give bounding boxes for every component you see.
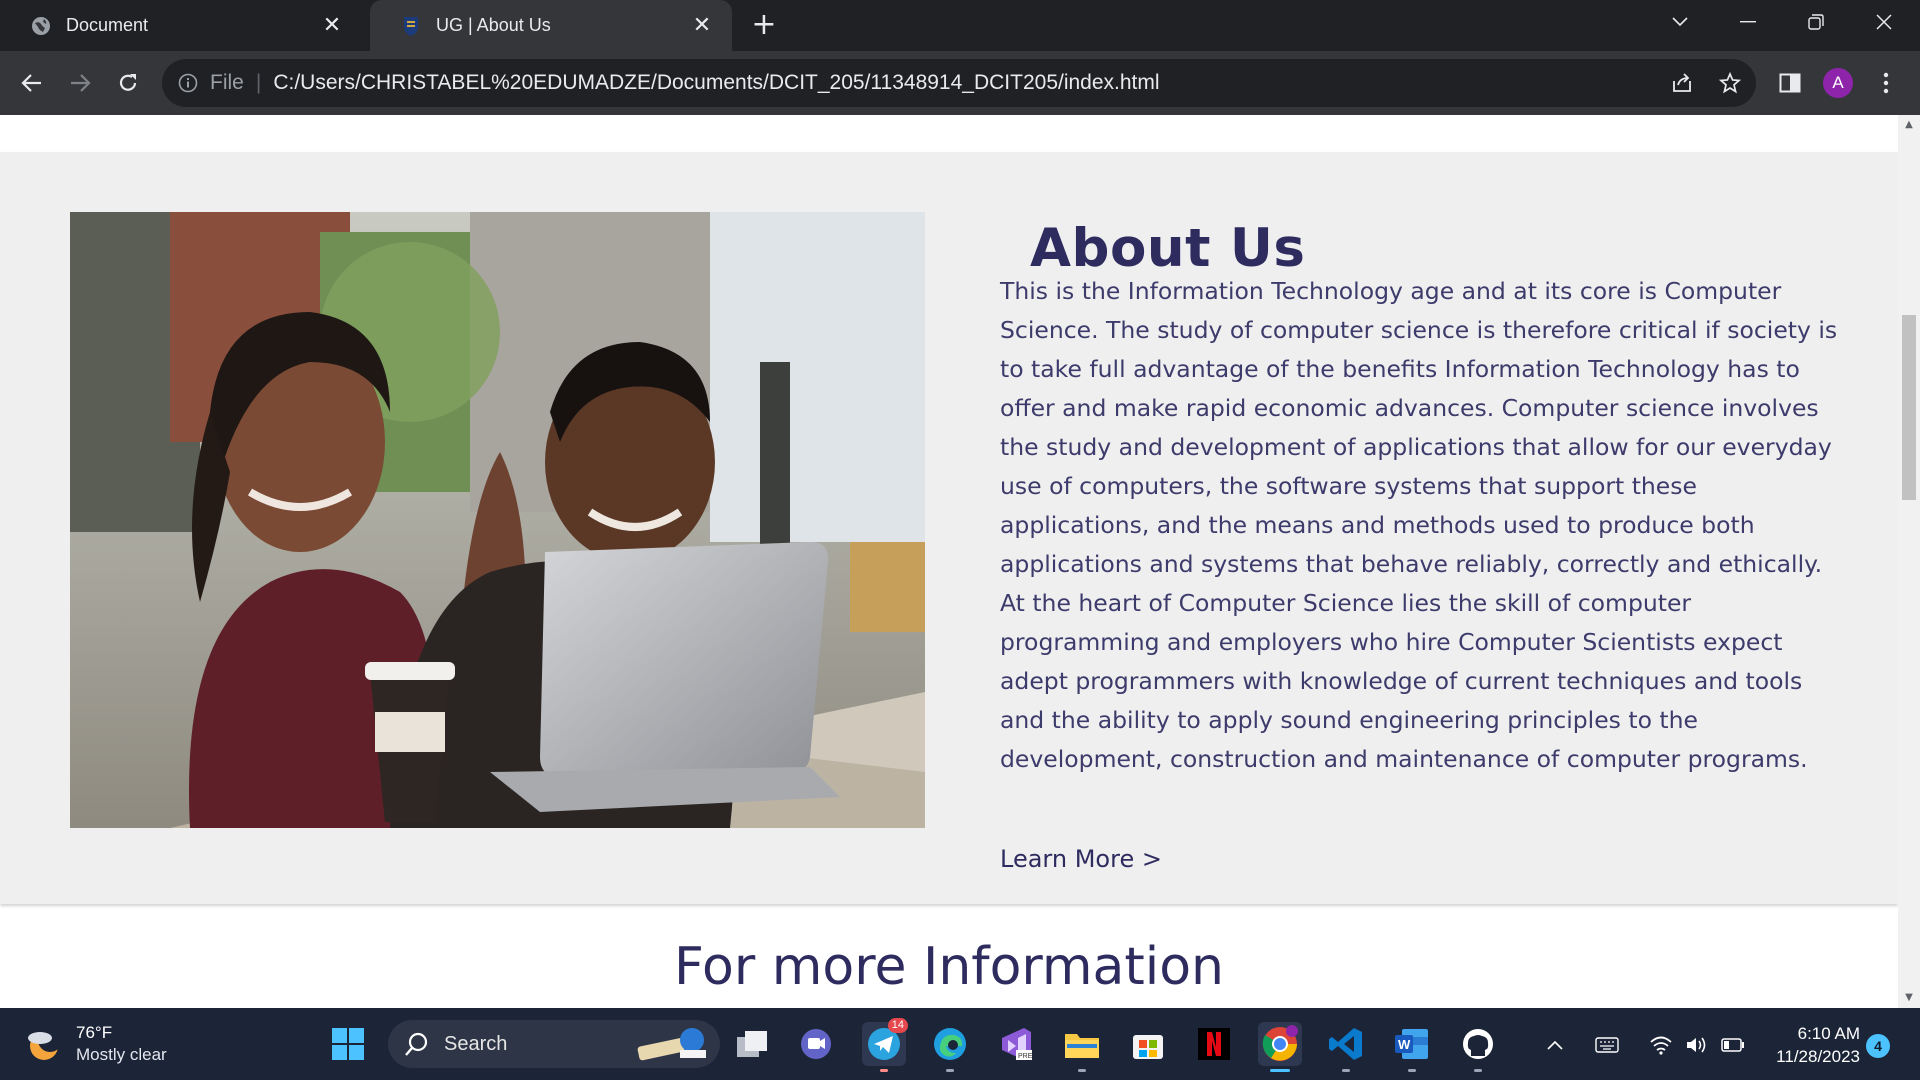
telegram-icon[interactable]: 14: [862, 1018, 908, 1072]
telegram-badge: 14: [887, 1018, 908, 1033]
restore-icon[interactable]: [1784, 0, 1848, 44]
about-section: About Us This is the Information Technol…: [0, 152, 1898, 904]
close-tab-icon[interactable]: ✕: [690, 13, 714, 37]
notification-badge[interactable]: 4: [1866, 1034, 1890, 1058]
site-info-label[interactable]: File: [210, 71, 244, 95]
chrome-icon[interactable]: [1258, 1022, 1302, 1072]
moon-cloud-icon: [28, 1028, 62, 1060]
task-view-icon[interactable]: [730, 1022, 774, 1066]
microsoft-store-icon[interactable]: [1126, 1022, 1170, 1066]
back-button[interactable]: [14, 65, 50, 101]
running-indicator: [1342, 1069, 1350, 1072]
edge-icon[interactable]: [928, 1022, 972, 1072]
taskbar-search[interactable]: Search: [388, 1020, 720, 1068]
close-window-icon[interactable]: [1852, 0, 1916, 44]
minimize-icon[interactable]: [1716, 0, 1780, 44]
netflix-icon[interactable]: [1192, 1022, 1236, 1066]
avatar: A: [1823, 68, 1853, 98]
profile-avatar[interactable]: A: [1820, 65, 1856, 101]
active-indicator: [1270, 1069, 1290, 1072]
running-indicator: [1078, 1069, 1086, 1072]
side-panel-icon[interactable]: [1772, 65, 1808, 101]
page-scrollbar[interactable]: ▲ ▼: [1898, 115, 1920, 1008]
search-label: Search: [444, 1032, 508, 1055]
scroll-thumb[interactable]: [1902, 315, 1916, 500]
students-laptop-photo: [70, 212, 925, 828]
scroll-up-icon[interactable]: ▲: [1903, 119, 1915, 131]
running-indicator: [1408, 1069, 1416, 1072]
taskbar: 76°F Mostly clear Search 14 PRE W 6:10 A…: [0, 1008, 1920, 1080]
taskbar-clock[interactable]: 6:10 AM 11/28/2023: [1760, 1022, 1860, 1068]
wifi-icon[interactable]: [1646, 1030, 1676, 1060]
tab-document[interactable]: Document ✕: [0, 0, 362, 51]
svg-text:W: W: [1398, 1037, 1411, 1052]
keyboard-icon[interactable]: [1592, 1030, 1622, 1060]
weather-desc: Mostly clear: [76, 1045, 167, 1064]
close-tab-icon[interactable]: ✕: [320, 13, 344, 37]
about-paragraph: This is the Information Technology age a…: [1000, 277, 1838, 773]
address-separator: |: [255, 71, 262, 94]
share-icon[interactable]: [1664, 65, 1700, 101]
tab-search-icon[interactable]: [1648, 0, 1712, 44]
file-explorer-icon[interactable]: [1060, 1022, 1104, 1072]
tab-title: UG | About Us: [436, 15, 551, 35]
running-indicator: [946, 1069, 954, 1072]
volume-icon[interactable]: [1682, 1030, 1712, 1060]
start-button[interactable]: [326, 1022, 370, 1066]
new-tab-button[interactable]: +: [748, 10, 780, 42]
running-indicator: [880, 1069, 888, 1072]
teams-chat-icon[interactable]: [794, 1022, 838, 1066]
more-info-heading: For more Information: [673, 937, 1224, 997]
reload-button[interactable]: [110, 65, 146, 101]
windows-icon: [332, 1028, 364, 1060]
vscode-icon[interactable]: [1324, 1022, 1368, 1072]
bookmark-star-icon[interactable]: [1712, 65, 1748, 101]
tab-bar: Document ✕ UG | About Us ✕ +: [0, 0, 1920, 51]
search-icon: [405, 1032, 428, 1056]
weather-widget[interactable]: 76°F Mostly clear: [26, 1022, 167, 1066]
show-hidden-icons-icon[interactable]: [1540, 1030, 1570, 1060]
github-desktop-icon[interactable]: [1456, 1022, 1500, 1072]
visual-studio-preview-icon[interactable]: PRE: [994, 1022, 1038, 1066]
page-viewport: About Us This is the Information Technol…: [0, 115, 1898, 1008]
clock-date: 11/28/2023: [1776, 1047, 1860, 1066]
clock-time: 6:10 AM: [1797, 1024, 1860, 1043]
svg-text:PRE: PRE: [1018, 1053, 1033, 1060]
tab-about-us[interactable]: UG | About Us ✕: [370, 0, 732, 51]
info-icon[interactable]: [178, 72, 200, 94]
scroll-down-icon[interactable]: ▼: [1903, 992, 1915, 1004]
running-indicator: [1474, 1069, 1482, 1072]
url-text[interactable]: C:/Users/CHRISTABEL%20EDUMADZE/Documents…: [273, 71, 1159, 95]
forward-button[interactable]: [62, 65, 98, 101]
word-icon[interactable]: W: [1390, 1022, 1434, 1072]
about-title: About Us: [1030, 217, 1306, 279]
browser-toolbar: File | C:/Users/CHRISTABEL%20EDUMADZE/Do…: [0, 51, 1920, 115]
weather-temp: 76°F: [76, 1023, 113, 1042]
tab-title: Document: [66, 15, 149, 35]
menu-kebab-icon[interactable]: [1868, 65, 1904, 101]
globe-icon: [30, 15, 52, 37]
learn-more-link[interactable]: Learn More >: [1000, 845, 1162, 873]
search-highlight-icon: [637, 1028, 706, 1061]
battery-icon[interactable]: [1718, 1030, 1748, 1060]
ug-crest-icon: [400, 15, 422, 37]
address-bar[interactable]: File | C:/Users/CHRISTABEL%20EDUMADZE/Do…: [162, 59, 1756, 107]
